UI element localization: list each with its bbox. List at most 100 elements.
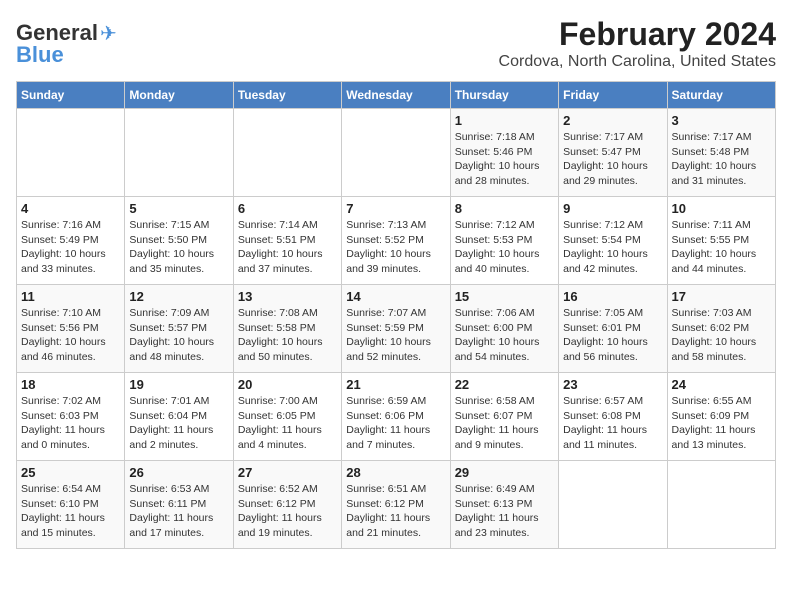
table-row	[342, 109, 450, 197]
table-row: 14 Sunrise: 7:07 AM Sunset: 5:59 PM Dayli…	[342, 285, 450, 373]
day-info: Sunrise: 7:17 AM Sunset: 5:48 PM Dayligh…	[672, 130, 771, 189]
calendar-week-row: 1 Sunrise: 7:18 AM Sunset: 5:46 PM Daylig…	[17, 109, 776, 197]
day-info: Sunrise: 7:12 AM Sunset: 5:53 PM Dayligh…	[455, 218, 554, 277]
day-info: Sunrise: 6:52 AM Sunset: 6:12 PM Dayligh…	[238, 482, 337, 541]
day-number: 8	[455, 201, 554, 216]
day-info: Sunrise: 6:59 AM Sunset: 6:06 PM Dayligh…	[346, 394, 445, 453]
day-number: 16	[563, 289, 662, 304]
table-row: 24 Sunrise: 6:55 AM Sunset: 6:09 PM Dayli…	[667, 373, 775, 461]
table-row: 15 Sunrise: 7:06 AM Sunset: 6:00 PM Dayli…	[450, 285, 558, 373]
day-number: 21	[346, 377, 445, 392]
day-number: 9	[563, 201, 662, 216]
day-info: Sunrise: 7:02 AM Sunset: 6:03 PM Dayligh…	[21, 394, 120, 453]
day-number: 14	[346, 289, 445, 304]
table-row	[667, 461, 775, 549]
day-info: Sunrise: 6:55 AM Sunset: 6:09 PM Dayligh…	[672, 394, 771, 453]
table-row: 5 Sunrise: 7:15 AM Sunset: 5:50 PM Daylig…	[125, 197, 233, 285]
day-number: 25	[21, 465, 120, 480]
day-number: 2	[563, 113, 662, 128]
col-thursday: Thursday	[450, 82, 558, 109]
table-row: 2 Sunrise: 7:17 AM Sunset: 5:47 PM Daylig…	[559, 109, 667, 197]
page-header: February 2024 Cordova, North Carolina, U…	[16, 16, 776, 71]
day-number: 20	[238, 377, 337, 392]
day-number: 29	[455, 465, 554, 480]
day-number: 24	[672, 377, 771, 392]
calendar-table: Sunday Monday Tuesday Wednesday Thursday…	[16, 81, 776, 549]
day-number: 23	[563, 377, 662, 392]
day-info: Sunrise: 7:12 AM Sunset: 5:54 PM Dayligh…	[563, 218, 662, 277]
day-info: Sunrise: 7:13 AM Sunset: 5:52 PM Dayligh…	[346, 218, 445, 277]
table-row: 29 Sunrise: 6:49 AM Sunset: 6:13 PM Dayli…	[450, 461, 558, 549]
table-row: 10 Sunrise: 7:11 AM Sunset: 5:55 PM Dayli…	[667, 197, 775, 285]
table-row: 23 Sunrise: 6:57 AM Sunset: 6:08 PM Dayli…	[559, 373, 667, 461]
table-row: 13 Sunrise: 7:08 AM Sunset: 5:58 PM Dayli…	[233, 285, 341, 373]
day-info: Sunrise: 7:07 AM Sunset: 5:59 PM Dayligh…	[346, 306, 445, 365]
logo-blue: Blue	[16, 42, 64, 68]
day-number: 7	[346, 201, 445, 216]
day-number: 6	[238, 201, 337, 216]
day-number: 10	[672, 201, 771, 216]
day-info: Sunrise: 6:54 AM Sunset: 6:10 PM Dayligh…	[21, 482, 120, 541]
page-subtitle: Cordova, North Carolina, United States	[16, 53, 776, 71]
table-row: 25 Sunrise: 6:54 AM Sunset: 6:10 PM Dayli…	[17, 461, 125, 549]
table-row: 28 Sunrise: 6:51 AM Sunset: 6:12 PM Dayli…	[342, 461, 450, 549]
logo-bird-icon: ✈	[100, 21, 117, 46]
table-row	[233, 109, 341, 197]
day-number: 4	[21, 201, 120, 216]
table-row: 21 Sunrise: 6:59 AM Sunset: 6:06 PM Dayli…	[342, 373, 450, 461]
table-row: 4 Sunrise: 7:16 AM Sunset: 5:49 PM Daylig…	[17, 197, 125, 285]
table-row: 19Sunrise: 7:01 AM Sunset: 6:04 PM Dayli…	[125, 373, 233, 461]
day-info: Sunrise: 6:57 AM Sunset: 6:08 PM Dayligh…	[563, 394, 662, 453]
table-row: 12Sunrise: 7:09 AM Sunset: 5:57 PM Dayli…	[125, 285, 233, 373]
table-row: 11Sunrise: 7:10 AM Sunset: 5:56 PM Dayli…	[17, 285, 125, 373]
day-number: 17	[672, 289, 771, 304]
day-number: 18	[21, 377, 120, 392]
day-number: 15	[455, 289, 554, 304]
col-sunday: Sunday	[17, 82, 125, 109]
table-row: 22Sunrise: 6:58 AM Sunset: 6:07 PM Dayli…	[450, 373, 558, 461]
page-title: February 2024	[16, 16, 776, 53]
table-row: 8 Sunrise: 7:12 AM Sunset: 5:53 PM Daylig…	[450, 197, 558, 285]
logo: General ✈ Blue	[16, 20, 117, 68]
table-row: 18 Sunrise: 7:02 AM Sunset: 6:03 PM Dayli…	[17, 373, 125, 461]
day-info: Sunrise: 7:17 AM Sunset: 5:47 PM Dayligh…	[563, 130, 662, 189]
calendar-header-row: Sunday Monday Tuesday Wednesday Thursday…	[17, 82, 776, 109]
day-info: Sunrise: 6:53 AM Sunset: 6:11 PM Dayligh…	[129, 482, 228, 541]
table-row: 6 Sunrise: 7:14 AM Sunset: 5:51 PM Daylig…	[233, 197, 341, 285]
day-info: Sunrise: 7:00 AM Sunset: 6:05 PM Dayligh…	[238, 394, 337, 453]
table-row: 7 Sunrise: 7:13 AM Sunset: 5:52 PM Daylig…	[342, 197, 450, 285]
col-monday: Monday	[125, 82, 233, 109]
day-info: Sunrise: 7:09 AM Sunset: 5:57 PM Dayligh…	[129, 306, 228, 365]
day-number: 28	[346, 465, 445, 480]
table-row: 17 Sunrise: 7:03 AM Sunset: 6:02 PM Dayli…	[667, 285, 775, 373]
col-saturday: Saturday	[667, 82, 775, 109]
day-number: 1	[455, 113, 554, 128]
day-info: Sunrise: 7:15 AM Sunset: 5:50 PM Dayligh…	[129, 218, 228, 277]
day-info: Sunrise: 7:06 AM Sunset: 6:00 PM Dayligh…	[455, 306, 554, 365]
day-number: 13	[238, 289, 337, 304]
day-info: Sunrise: 7:05 AM Sunset: 6:01 PM Dayligh…	[563, 306, 662, 365]
day-info: Sunrise: 6:51 AM Sunset: 6:12 PM Dayligh…	[346, 482, 445, 541]
day-info: Sunrise: 7:11 AM Sunset: 5:55 PM Dayligh…	[672, 218, 771, 277]
day-number: 5	[129, 201, 228, 216]
table-row: 1 Sunrise: 7:18 AM Sunset: 5:46 PM Daylig…	[450, 109, 558, 197]
table-row: 16 Sunrise: 7:05 AM Sunset: 6:01 PM Dayli…	[559, 285, 667, 373]
day-number: 3	[672, 113, 771, 128]
day-info: Sunrise: 7:16 AM Sunset: 5:49 PM Dayligh…	[21, 218, 120, 277]
day-info: Sunrise: 7:18 AM Sunset: 5:46 PM Dayligh…	[455, 130, 554, 189]
day-number: 19	[129, 377, 228, 392]
day-number: 22	[455, 377, 554, 392]
table-row: 26 Sunrise: 6:53 AM Sunset: 6:11 PM Dayli…	[125, 461, 233, 549]
day-info: Sunrise: 6:49 AM Sunset: 6:13 PM Dayligh…	[455, 482, 554, 541]
day-info: Sunrise: 7:08 AM Sunset: 5:58 PM Dayligh…	[238, 306, 337, 365]
table-row	[559, 461, 667, 549]
day-info: Sunrise: 7:03 AM Sunset: 6:02 PM Dayligh…	[672, 306, 771, 365]
table-row: 27Sunrise: 6:52 AM Sunset: 6:12 PM Dayli…	[233, 461, 341, 549]
table-row: 20 Sunrise: 7:00 AM Sunset: 6:05 PM Dayli…	[233, 373, 341, 461]
table-row: 9 Sunrise: 7:12 AM Sunset: 5:54 PM Daylig…	[559, 197, 667, 285]
col-friday: Friday	[559, 82, 667, 109]
calendar-week-row: 4 Sunrise: 7:16 AM Sunset: 5:49 PM Daylig…	[17, 197, 776, 285]
day-number: 26	[129, 465, 228, 480]
day-info: Sunrise: 7:14 AM Sunset: 5:51 PM Dayligh…	[238, 218, 337, 277]
calendar-week-row: 18 Sunrise: 7:02 AM Sunset: 6:03 PM Dayli…	[17, 373, 776, 461]
